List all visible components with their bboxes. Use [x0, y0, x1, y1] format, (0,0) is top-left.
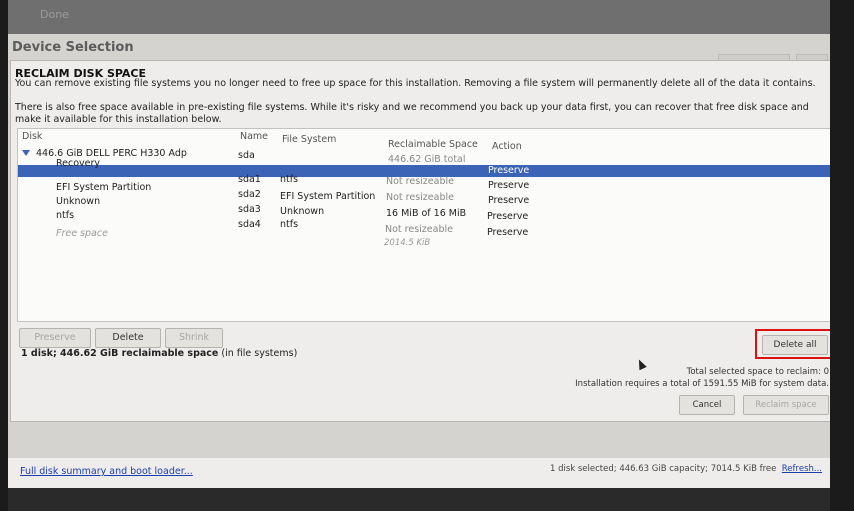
full-disk-summary-link[interactable]: Full disk summary and boot loader... — [20, 466, 193, 477]
row-disk-label: Free space — [56, 228, 108, 239]
bottom-strip — [8, 488, 830, 511]
refresh-link[interactable]: Refresh... — [782, 464, 822, 474]
disk-status: 1 disk selected; 446.63 GiB capacity; 70… — [550, 464, 822, 474]
summary-rest: (in file systems) — [218, 348, 298, 359]
row-disk-label: Recovery — [56, 158, 101, 169]
bottom-bar: Full disk summary and boot loader... 1 d… — [8, 458, 830, 488]
installation-requirement-info: Installation requires a total of 1591.55… — [575, 379, 829, 389]
total-selected-info: Total selected space to reclaim: 0 — [686, 367, 829, 377]
disk-status-text: 1 disk selected; 446.63 GiB capacity; 70… — [549, 464, 777, 474]
reclaim-space-button[interactable]: Reclaim space — [743, 395, 829, 415]
disk-tree[interactable]: Disk Name File System Reclaimable Space … — [17, 128, 830, 322]
delete-all-highlight: Delete all — [755, 329, 830, 359]
column-fs[interactable]: File System — [282, 134, 336, 145]
preserve-button[interactable]: Preserve — [19, 328, 91, 348]
reclaim-dialog: RECLAIM DISK SPACE You can remove existi… — [10, 60, 830, 422]
column-name[interactable]: Name — [240, 131, 268, 142]
delete-all-button[interactable]: Delete all — [762, 335, 828, 355]
reclaimable-summary: 1 disk; 446.62 GiB reclaimable space (in… — [21, 348, 297, 359]
description-2: There is also free space available in pr… — [15, 102, 809, 125]
delete-button[interactable]: Delete — [95, 328, 161, 348]
row-reclaimable: 2014.5 KiB — [384, 238, 431, 248]
done-button[interactable]: Done — [40, 8, 69, 21]
summary-bold: 1 disk; 446.62 GiB reclaimable space — [21, 348, 219, 359]
tree-header: Disk Name File System Reclaimable Space … — [18, 129, 830, 152]
shrink-button[interactable]: Shrink — [165, 328, 223, 348]
device-selection-title: Device Selection — [12, 40, 134, 55]
tree-row-free-space[interactable]: Free space 2014.5 KiB — [18, 225, 830, 248]
tree-row-partition[interactable]: Recovery — [18, 157, 830, 170]
installer-screen: Done Device Selection RECLAIM DISK SPACE… — [8, 0, 830, 511]
cancel-button[interactable]: Cancel — [679, 395, 735, 415]
top-bar: Done — [8, 0, 830, 34]
column-disk[interactable]: Disk — [22, 131, 42, 142]
description-1: You can remove existing file systems you… — [15, 78, 816, 89]
